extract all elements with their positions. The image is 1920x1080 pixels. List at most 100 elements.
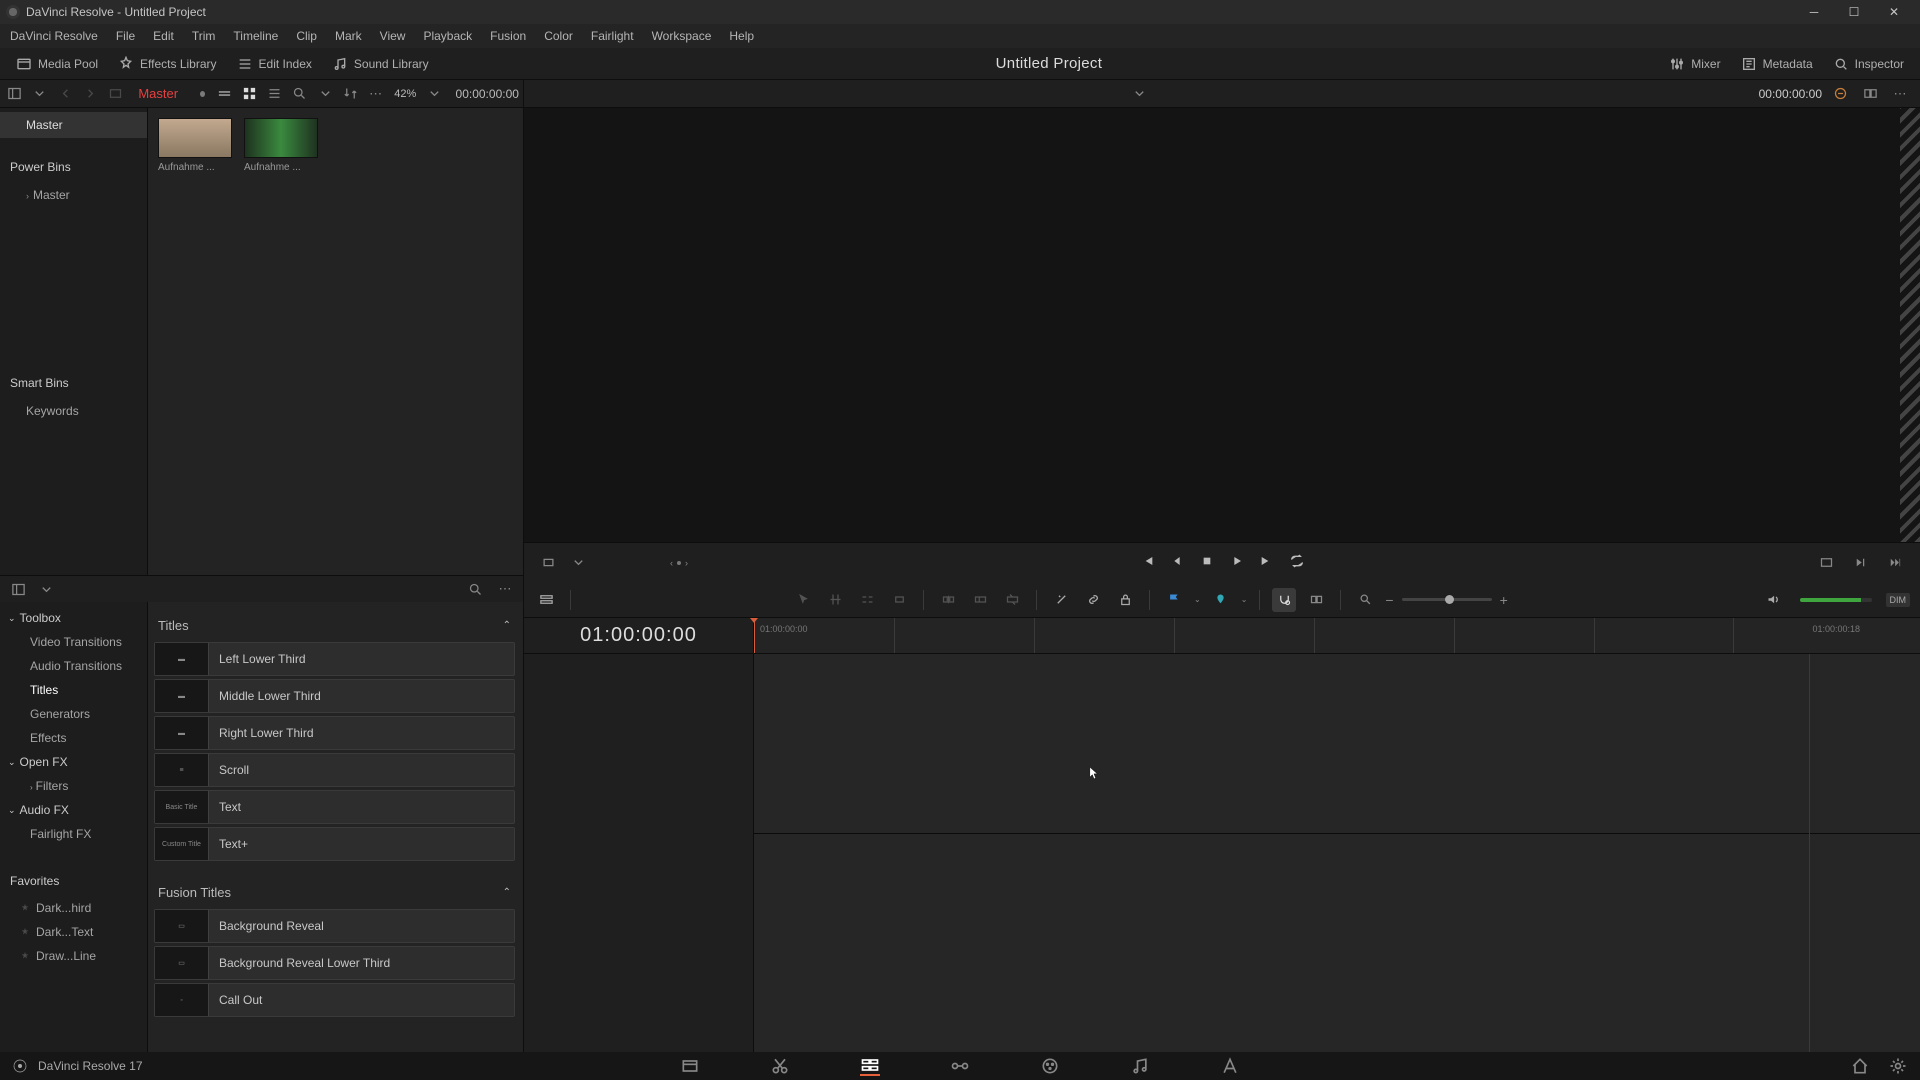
timeline-timecode[interactable]: 01:00:00:00 — [524, 618, 754, 653]
chevron-down-icon[interactable] — [424, 82, 445, 106]
search-icon[interactable] — [289, 82, 310, 106]
match-frame-icon[interactable] — [1814, 551, 1838, 575]
title-left-lower-third[interactable]: ▬Left Lower Third — [154, 642, 515, 676]
lock-icon[interactable] — [1113, 588, 1137, 612]
menu-timeline[interactable]: Timeline — [225, 26, 286, 46]
fx-video-transitions[interactable]: Video Transitions — [0, 630, 147, 654]
next-clip-icon[interactable] — [1848, 551, 1872, 575]
fx-openfx[interactable]: ⌄Open FX — [0, 750, 147, 774]
more-options-icon[interactable]: ⋯ — [1888, 82, 1912, 106]
edit-page-button[interactable] — [860, 1056, 880, 1076]
loop-button[interactable] — [1289, 553, 1305, 572]
favorite-item[interactable]: Dark...Text — [0, 920, 147, 944]
menu-color[interactable]: Color — [536, 26, 581, 46]
volume-icon[interactable] — [1762, 588, 1786, 612]
bin-master[interactable]: Master — [0, 112, 147, 138]
breadcrumb[interactable]: Master — [130, 86, 186, 101]
title-middle-lower-third[interactable]: ▬Middle Lower Third — [154, 679, 515, 713]
fx-effects[interactable]: Effects — [0, 726, 147, 750]
transform-overlay-icon[interactable] — [536, 551, 560, 575]
more-options-icon[interactable]: ⋯ — [365, 82, 386, 106]
media-clip[interactable]: Aufnahme ... — [158, 118, 232, 173]
last-frame-button[interactable] — [1259, 553, 1275, 572]
link-icon[interactable] — [1081, 588, 1105, 612]
menu-file[interactable]: File — [108, 26, 143, 46]
menu-clip[interactable]: Clip — [288, 26, 325, 46]
effects-library-toggle[interactable]: Effects Library — [108, 52, 226, 76]
track-header-area[interactable] — [524, 654, 754, 1052]
timeline-ruler[interactable]: 01:00:00:00 01:00:00:18 — [754, 618, 1920, 653]
fx-filters[interactable]: ›Filters — [0, 774, 147, 798]
dim-button[interactable]: DIM — [1886, 593, 1911, 607]
chevron-down-icon[interactable] — [1127, 82, 1151, 106]
zoom-percentage[interactable]: 42% — [394, 88, 416, 100]
prev-frame-button[interactable] — [1169, 553, 1185, 572]
flag-icon[interactable] — [1162, 588, 1186, 612]
dual-viewer-icon[interactable] — [1858, 82, 1882, 106]
list-view-icon[interactable] — [264, 82, 285, 106]
selection-mode-icon[interactable] — [791, 588, 815, 612]
last-clip-icon[interactable] — [1882, 551, 1906, 575]
color-page-button[interactable] — [1040, 1056, 1060, 1076]
media-pool-grid[interactable]: Aufnahme ... Aufnahme ... — [148, 108, 523, 575]
play-button[interactable] — [1229, 553, 1245, 572]
more-options-icon[interactable]: ⋯ — [493, 577, 517, 601]
sidebar-toggle-icon[interactable] — [4, 82, 25, 106]
media-pool-toggle[interactable]: Media Pool — [6, 52, 108, 76]
fairlight-page-button[interactable] — [1130, 1056, 1150, 1076]
title-scroll[interactable]: ≡Scroll — [154, 753, 515, 787]
sort-icon[interactable] — [340, 82, 361, 106]
menu-mark[interactable]: Mark — [327, 26, 370, 46]
menu-workspace[interactable]: Workspace — [644, 26, 720, 46]
linked-selection-icon[interactable] — [1304, 588, 1328, 612]
menu-trim[interactable]: Trim — [184, 26, 224, 46]
favorite-item[interactable]: Dark...hird — [0, 896, 147, 920]
edit-index-toggle[interactable]: Edit Index — [227, 52, 322, 76]
snapping-icon[interactable] — [1272, 588, 1296, 612]
marker-icon[interactable] — [1209, 588, 1233, 612]
media-clip[interactable]: Aufnahme ... — [244, 118, 318, 173]
metadata-toggle[interactable]: Metadata — [1731, 52, 1823, 76]
next-tool-icon[interactable]: › — [685, 558, 688, 568]
title-right-lower-third[interactable]: ▬Right Lower Third — [154, 716, 515, 750]
fusion-titles-section-header[interactable]: Fusion Titles⌃ — [154, 879, 515, 906]
chevron-down-icon[interactable] — [566, 551, 590, 575]
fx-toolbox[interactable]: ⌄Toolbox — [0, 606, 147, 630]
menu-davinciresolve[interactable]: DaVinci Resolve — [2, 26, 106, 46]
dynamic-trim-icon[interactable] — [855, 588, 879, 612]
nav-forward-icon[interactable] — [80, 82, 101, 106]
overwrite-clip-icon[interactable] — [968, 588, 992, 612]
window-minimize-button[interactable]: ─ — [1794, 0, 1834, 24]
window-maximize-button[interactable]: ☐ — [1834, 0, 1874, 24]
home-button[interactable] — [1850, 1056, 1870, 1076]
media-page-button[interactable] — [680, 1056, 700, 1076]
insert-clip-icon[interactable] — [936, 588, 960, 612]
nav-back-icon[interactable] — [55, 82, 76, 106]
zoom-to-fit-icon[interactable] — [1353, 588, 1377, 612]
fx-titles[interactable]: Titles — [0, 678, 147, 702]
project-settings-button[interactable] — [1888, 1056, 1908, 1076]
blade-tool-icon[interactable] — [1049, 588, 1073, 612]
fx-audio-transitions[interactable]: Audio Transitions — [0, 654, 147, 678]
fx-fairlightfx[interactable]: Fairlight FX — [0, 822, 147, 846]
deliver-page-button[interactable] — [1220, 1056, 1240, 1076]
menu-view[interactable]: View — [372, 26, 414, 46]
menu-edit[interactable]: Edit — [145, 26, 182, 46]
title-text[interactable]: Basic TitleText — [154, 790, 515, 824]
thumbnail-view-icon[interactable] — [239, 82, 260, 106]
blade-mode-icon[interactable] — [887, 588, 911, 612]
zoom-slider[interactable] — [1402, 598, 1492, 601]
zoom-out-button[interactable]: − — [1385, 592, 1393, 608]
fusion-title-call-out[interactable]: ◦Call Out — [154, 983, 515, 1017]
strip-view-icon[interactable] — [213, 82, 234, 106]
power-bin-master[interactable]: ›Master — [0, 182, 147, 208]
fx-audiofx[interactable]: ⌄Audio FX — [0, 798, 147, 822]
zoom-in-button[interactable]: + — [1500, 592, 1508, 608]
search-icon[interactable] — [463, 577, 487, 601]
fusion-title-bg-reveal[interactable]: ▭Background Reveal — [154, 909, 515, 943]
menu-playback[interactable]: Playback — [415, 26, 480, 46]
bypass-icon[interactable] — [1828, 82, 1852, 106]
inspector-toggle[interactable]: Inspector — [1823, 52, 1914, 76]
fusion-page-button[interactable] — [950, 1056, 970, 1076]
replace-clip-icon[interactable] — [1000, 588, 1024, 612]
